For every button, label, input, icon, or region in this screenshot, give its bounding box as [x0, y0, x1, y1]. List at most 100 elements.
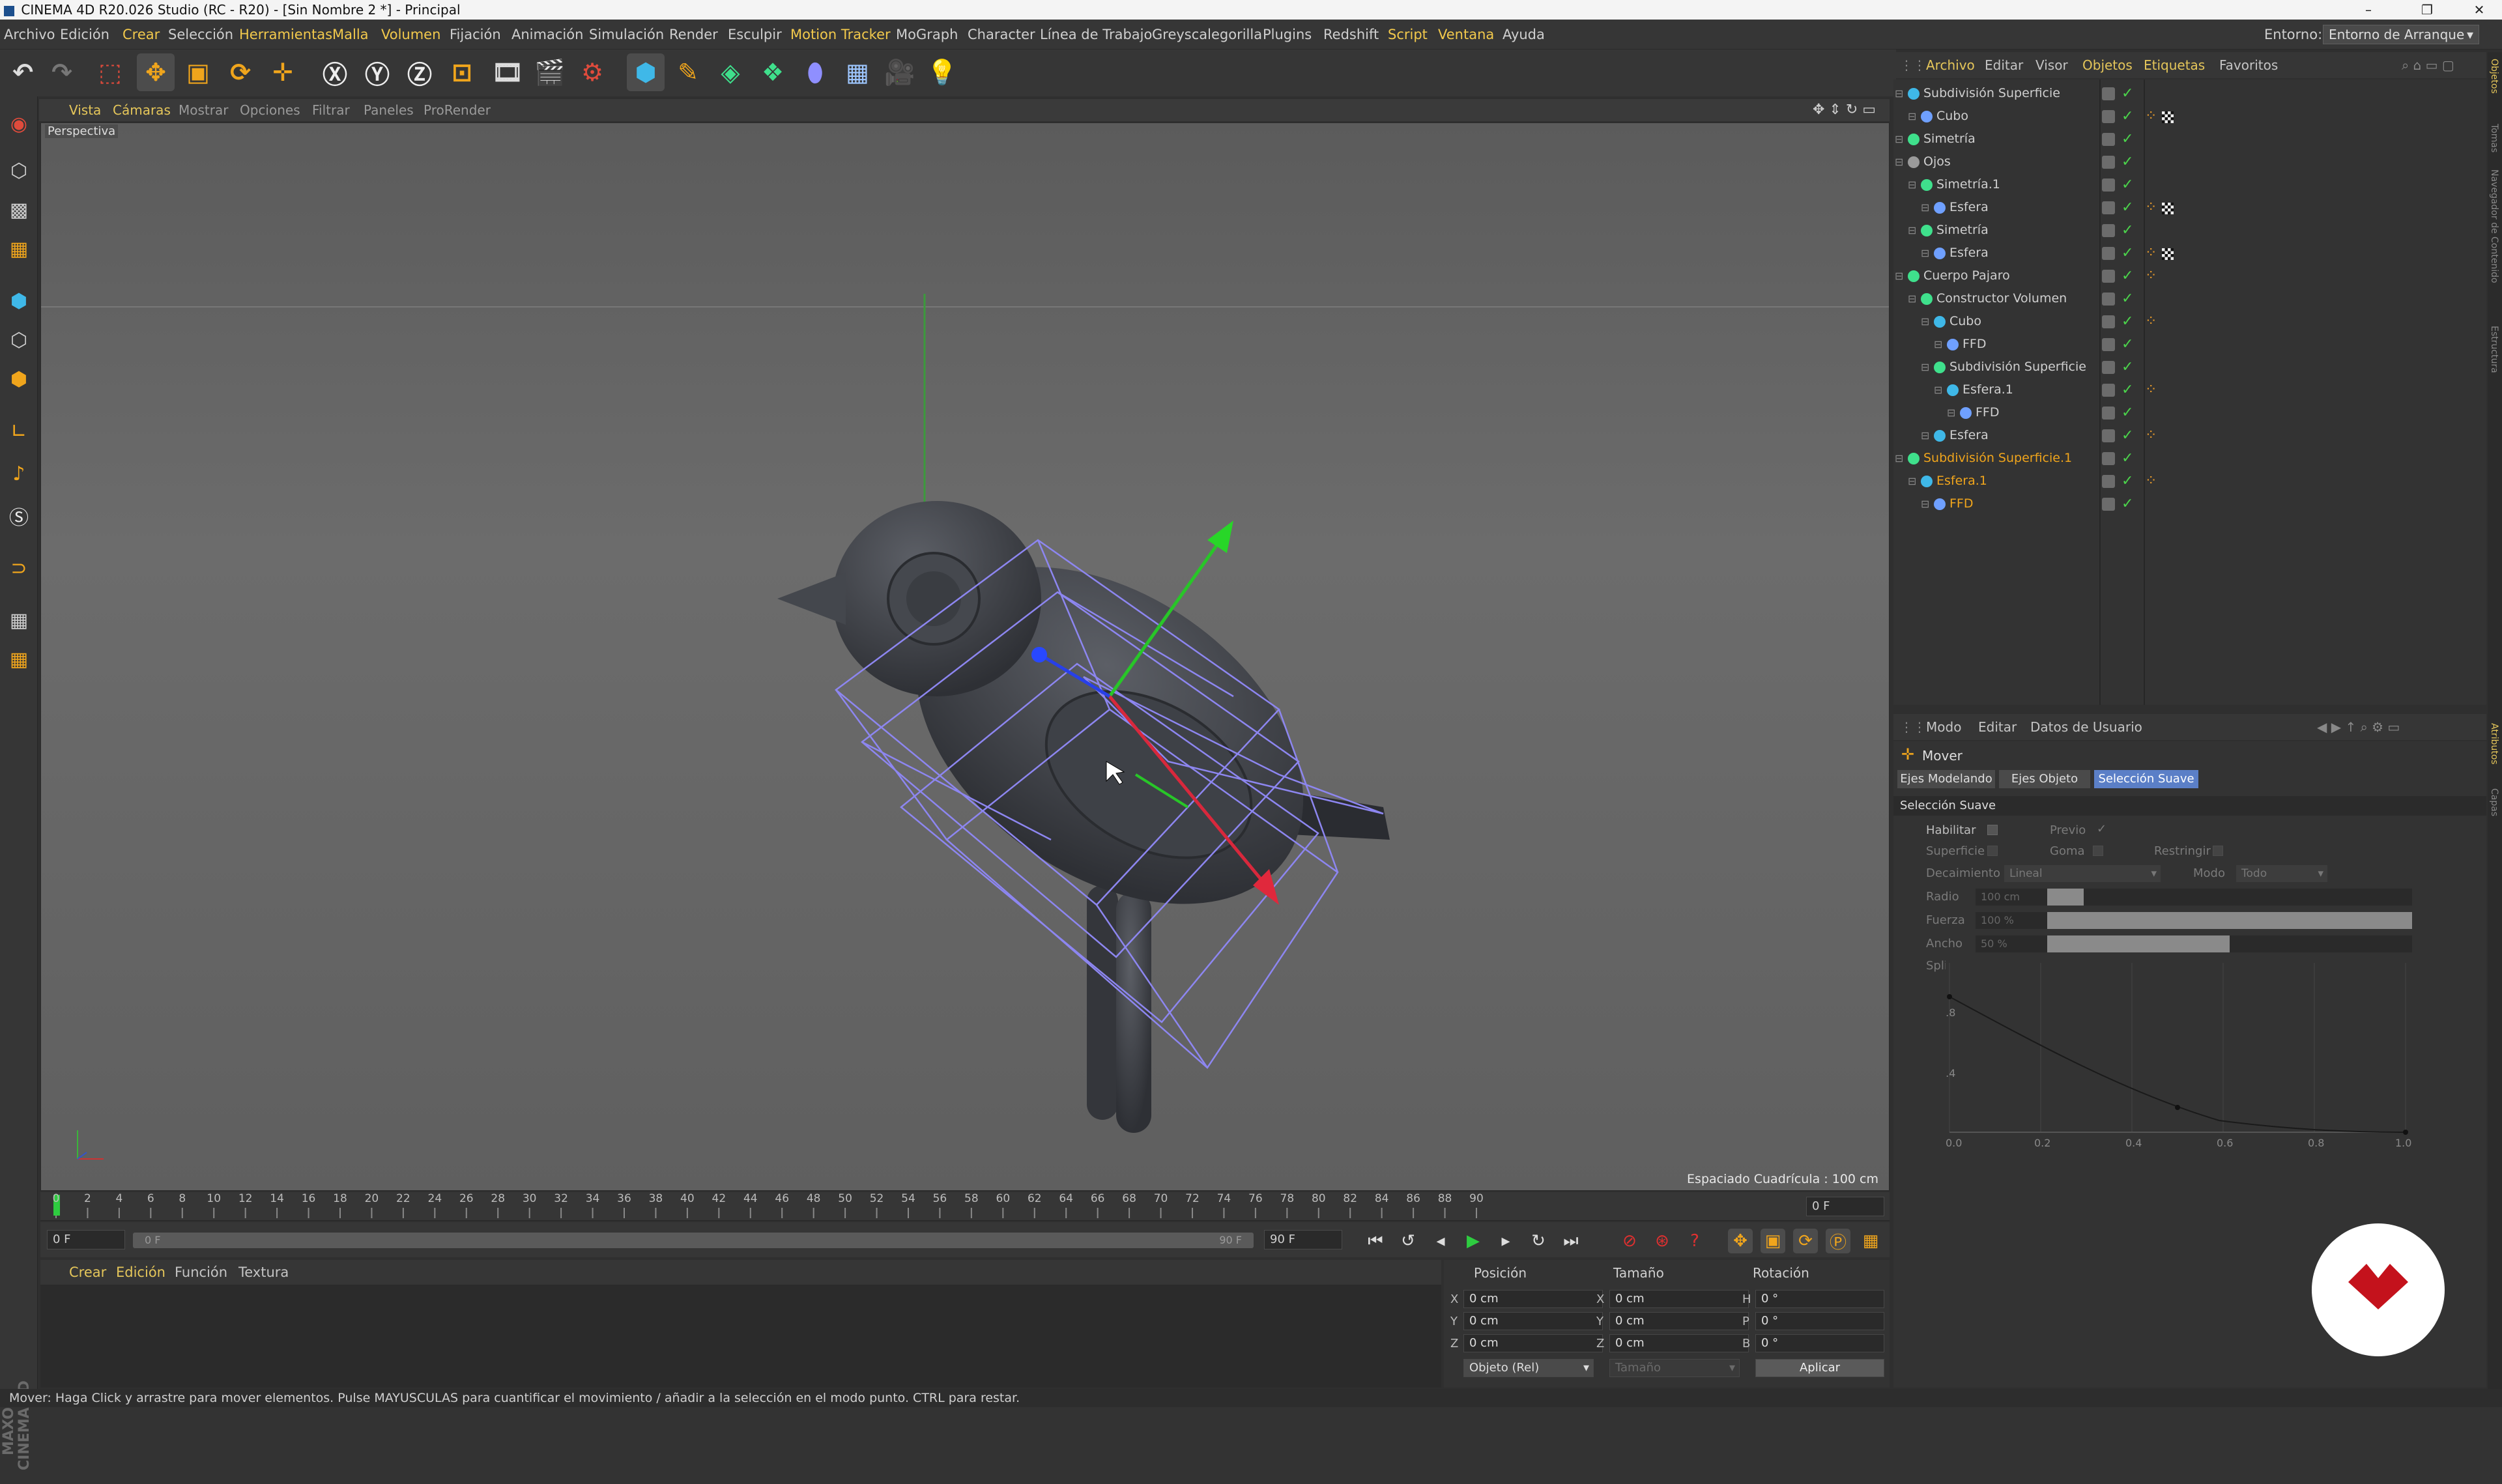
expand-toggle-icon[interactable]: ⊟ — [1921, 424, 1931, 447]
material-menu-textura[interactable]: Textura — [238, 1260, 289, 1285]
menu-greyscalegorilla[interactable]: Greyscalegorilla — [1152, 20, 1262, 50]
workplane-icon[interactable]: ▦ — [3, 233, 35, 264]
material-menu-edicion[interactable]: Edición — [116, 1260, 165, 1285]
viewport-perspective[interactable]: Perspectiva Espaciado Cuadrícula: 100 c… — [40, 122, 1890, 1191]
edges-mode-icon[interactable]: ⬡ — [3, 324, 35, 356]
am-menu-modo[interactable]: Modo — [1926, 714, 1961, 740]
om-object-name[interactable]: Simetría — [1936, 219, 1989, 242]
side-tab-navegador[interactable]: Navegador de Contenido — [2489, 169, 2499, 283]
om-row[interactable]: ⊟ Simetría.1 ✓ — [1893, 173, 2486, 196]
layer-swatch-icon[interactable] — [2102, 247, 2115, 260]
enabled-check-icon[interactable]: ✓ — [2121, 264, 2133, 287]
om-object-name[interactable]: FFD — [1949, 492, 1974, 515]
om-object-name[interactable]: Subdivisión Superficie — [1949, 356, 2086, 378]
phong-tag-icon[interactable]: ⁘ — [2145, 378, 2157, 401]
x-axis-lock-icon[interactable]: Ⓧ — [316, 53, 354, 91]
menu-animacion[interactable]: Animación — [511, 20, 583, 50]
om-object-name[interactable]: Cuerpo Pajaro — [1923, 264, 2010, 287]
menu-ayuda[interactable]: Ayuda — [1503, 20, 1545, 50]
object-manager-list[interactable]: ⊟ Subdivisión Superficie ✓ ⊟ Cubo ✓ ⁘ ⊟ Simetría… — [1893, 79, 2486, 705]
render-picture-viewer-icon[interactable]: 🎬 — [531, 53, 569, 91]
menu-malla[interactable]: Malla — [332, 20, 369, 50]
om-object-name[interactable]: Cubo — [1949, 310, 1981, 333]
om-row[interactable]: ⊟ Subdivisión Superficie ✓ — [1893, 82, 2486, 105]
phong-tag-icon[interactable]: ⁘ — [2145, 310, 2157, 333]
pen-spline-icon[interactable]: ✎ — [669, 53, 707, 91]
close-button[interactable]: ✕ — [2456, 0, 2502, 20]
menu-archivo[interactable]: Archivo — [4, 20, 55, 50]
polygons-mode-icon[interactable]: ⬢ — [3, 364, 35, 395]
apply-button[interactable]: Aplicar — [1755, 1359, 1884, 1377]
om-row[interactable]: ⊟ Cuerpo Pajaro ✓ ⁘ — [1893, 264, 2486, 287]
expand-toggle-icon[interactable]: ⊟ — [1908, 105, 1918, 128]
decaimiento-select[interactable]: Lineal ▾ — [2004, 865, 2161, 882]
expand-toggle-icon[interactable]: ⊟ — [1934, 333, 1944, 356]
phong-tag-icon[interactable]: ⁘ — [2145, 105, 2157, 128]
make-editable-icon[interactable]: ◉ — [3, 108, 35, 139]
layer-swatch-icon[interactable] — [2102, 361, 2115, 374]
coordinate-system-icon[interactable]: ⊡ — [443, 53, 481, 91]
key-pla-icon[interactable]: ▦ — [1858, 1229, 1883, 1253]
rotate-tool-icon[interactable]: ⟳ — [222, 53, 259, 91]
side-tab-estructura[interactable]: Estructura — [2489, 326, 2499, 373]
enabled-check-icon[interactable]: ✓ — [2121, 378, 2133, 401]
phong-tag-icon[interactable]: ⁘ — [2145, 470, 2157, 492]
enabled-check-icon[interactable]: ✓ — [2121, 196, 2133, 219]
menu-simulacion[interactable]: Simulación — [589, 20, 664, 50]
menu-redshift[interactable]: Redshift — [1323, 20, 1379, 50]
menu-volumen[interactable]: Volumen — [381, 20, 440, 50]
expand-toggle-icon[interactable]: ⊟ — [1947, 401, 1957, 424]
camera-icon[interactable]: 🎥 — [881, 53, 919, 91]
expand-toggle-icon[interactable]: ⊟ — [1908, 173, 1918, 196]
om-row[interactable]: ⊟ Ojos ✓ — [1893, 150, 2486, 173]
layer-swatch-icon[interactable] — [2102, 407, 2115, 420]
expand-toggle-icon[interactable]: ⊟ — [1908, 470, 1918, 492]
layer-swatch-icon[interactable] — [2102, 293, 2115, 306]
render-settings-icon[interactable]: ⚙ — [573, 53, 611, 91]
coord-size-mode-select[interactable]: Tamaño ▾ — [1609, 1359, 1740, 1377]
key-scale-icon[interactable]: ▣ — [1761, 1229, 1785, 1253]
enabled-check-icon[interactable]: ✓ — [2121, 173, 2133, 196]
lock-workplane-icon[interactable]: ▦ — [3, 605, 35, 636]
expand-toggle-icon[interactable]: ⊟ — [1895, 447, 1905, 470]
om-tab-etiquetas[interactable]: Etiquetas — [2144, 52, 2205, 78]
layer-swatch-icon[interactable] — [2102, 315, 2115, 328]
fuerza-field[interactable]: 100 % — [1976, 912, 2047, 929]
side-tab-objetos[interactable]: Objetos — [2489, 59, 2499, 94]
key-position-icon[interactable]: ✥ — [1728, 1229, 1753, 1253]
menu-edicion[interactable]: Edición — [60, 20, 109, 50]
phong-tag-icon[interactable]: ⁘ — [2145, 242, 2157, 264]
spline-point-end[interactable] — [2403, 1130, 2408, 1135]
om-object-name[interactable]: Constructor Volumen — [1936, 287, 2067, 310]
restringir-checkbox[interactable] — [2213, 846, 2223, 856]
om-tab-visor[interactable]: Visor — [2035, 52, 2068, 78]
render-view-icon[interactable]: 🎞 — [489, 53, 526, 91]
menu-script[interactable]: Script — [1388, 20, 1428, 50]
superficie-checkbox[interactable] — [1987, 846, 1998, 856]
previo-check-icon[interactable]: ✓ — [2097, 822, 2107, 836]
key-rotation-icon[interactable]: ⟳ — [1793, 1229, 1818, 1253]
planar-workplane-icon[interactable]: ▦ — [3, 644, 35, 675]
am-menu-datos-de-usuario[interactable]: Datos de Usuario — [2030, 714, 2142, 740]
minimize-button[interactable]: – — [2346, 0, 2391, 20]
enabled-check-icon[interactable]: ✓ — [2121, 150, 2133, 173]
environment-select[interactable]: Entorno de Arranque ▾ — [2323, 25, 2479, 44]
side-tab-tomas[interactable]: Tomas — [2489, 124, 2499, 152]
coord-mode-select[interactable]: Objeto (Rel) ▾ — [1463, 1359, 1594, 1377]
loop-icon[interactable]: ↻ — [1526, 1229, 1551, 1253]
om-object-name[interactable]: Esfera — [1949, 242, 1989, 264]
enabled-check-icon[interactable]: ✓ — [2121, 492, 2133, 515]
coord-pos-z[interactable]: 0 cm — [1463, 1334, 1603, 1352]
modo-select[interactable]: Todo ▾ — [2236, 865, 2327, 882]
am-nav-icons[interactable]: ◀ ▶ ↑ ⌕ ⚙ ▭ — [2317, 714, 2400, 740]
menu-esculpir[interactable]: Esculpir — [728, 20, 782, 50]
radio-field[interactable]: 100 cm — [1976, 889, 2047, 906]
prev-frame-icon[interactable]: ◂ — [1428, 1229, 1453, 1253]
timeline-ruler[interactable]: 0 2 4 6 8 10 12 14 16 18 20 22 24 26 28 30 32 34 36 38 40 42 4… — [40, 1192, 1890, 1221]
om-object-name[interactable]: Subdivisión Superficie — [1923, 82, 2060, 105]
om-object-name[interactable]: Simetría.1 — [1936, 173, 2000, 196]
cube-primitive-icon[interactable]: ⬢ — [627, 53, 665, 91]
om-row[interactable]: ⊟ FFD ✓ — [1893, 333, 2486, 356]
layer-swatch-icon[interactable] — [2102, 87, 2115, 100]
viewport-menu-mostrar[interactable]: Mostrar — [179, 99, 228, 121]
